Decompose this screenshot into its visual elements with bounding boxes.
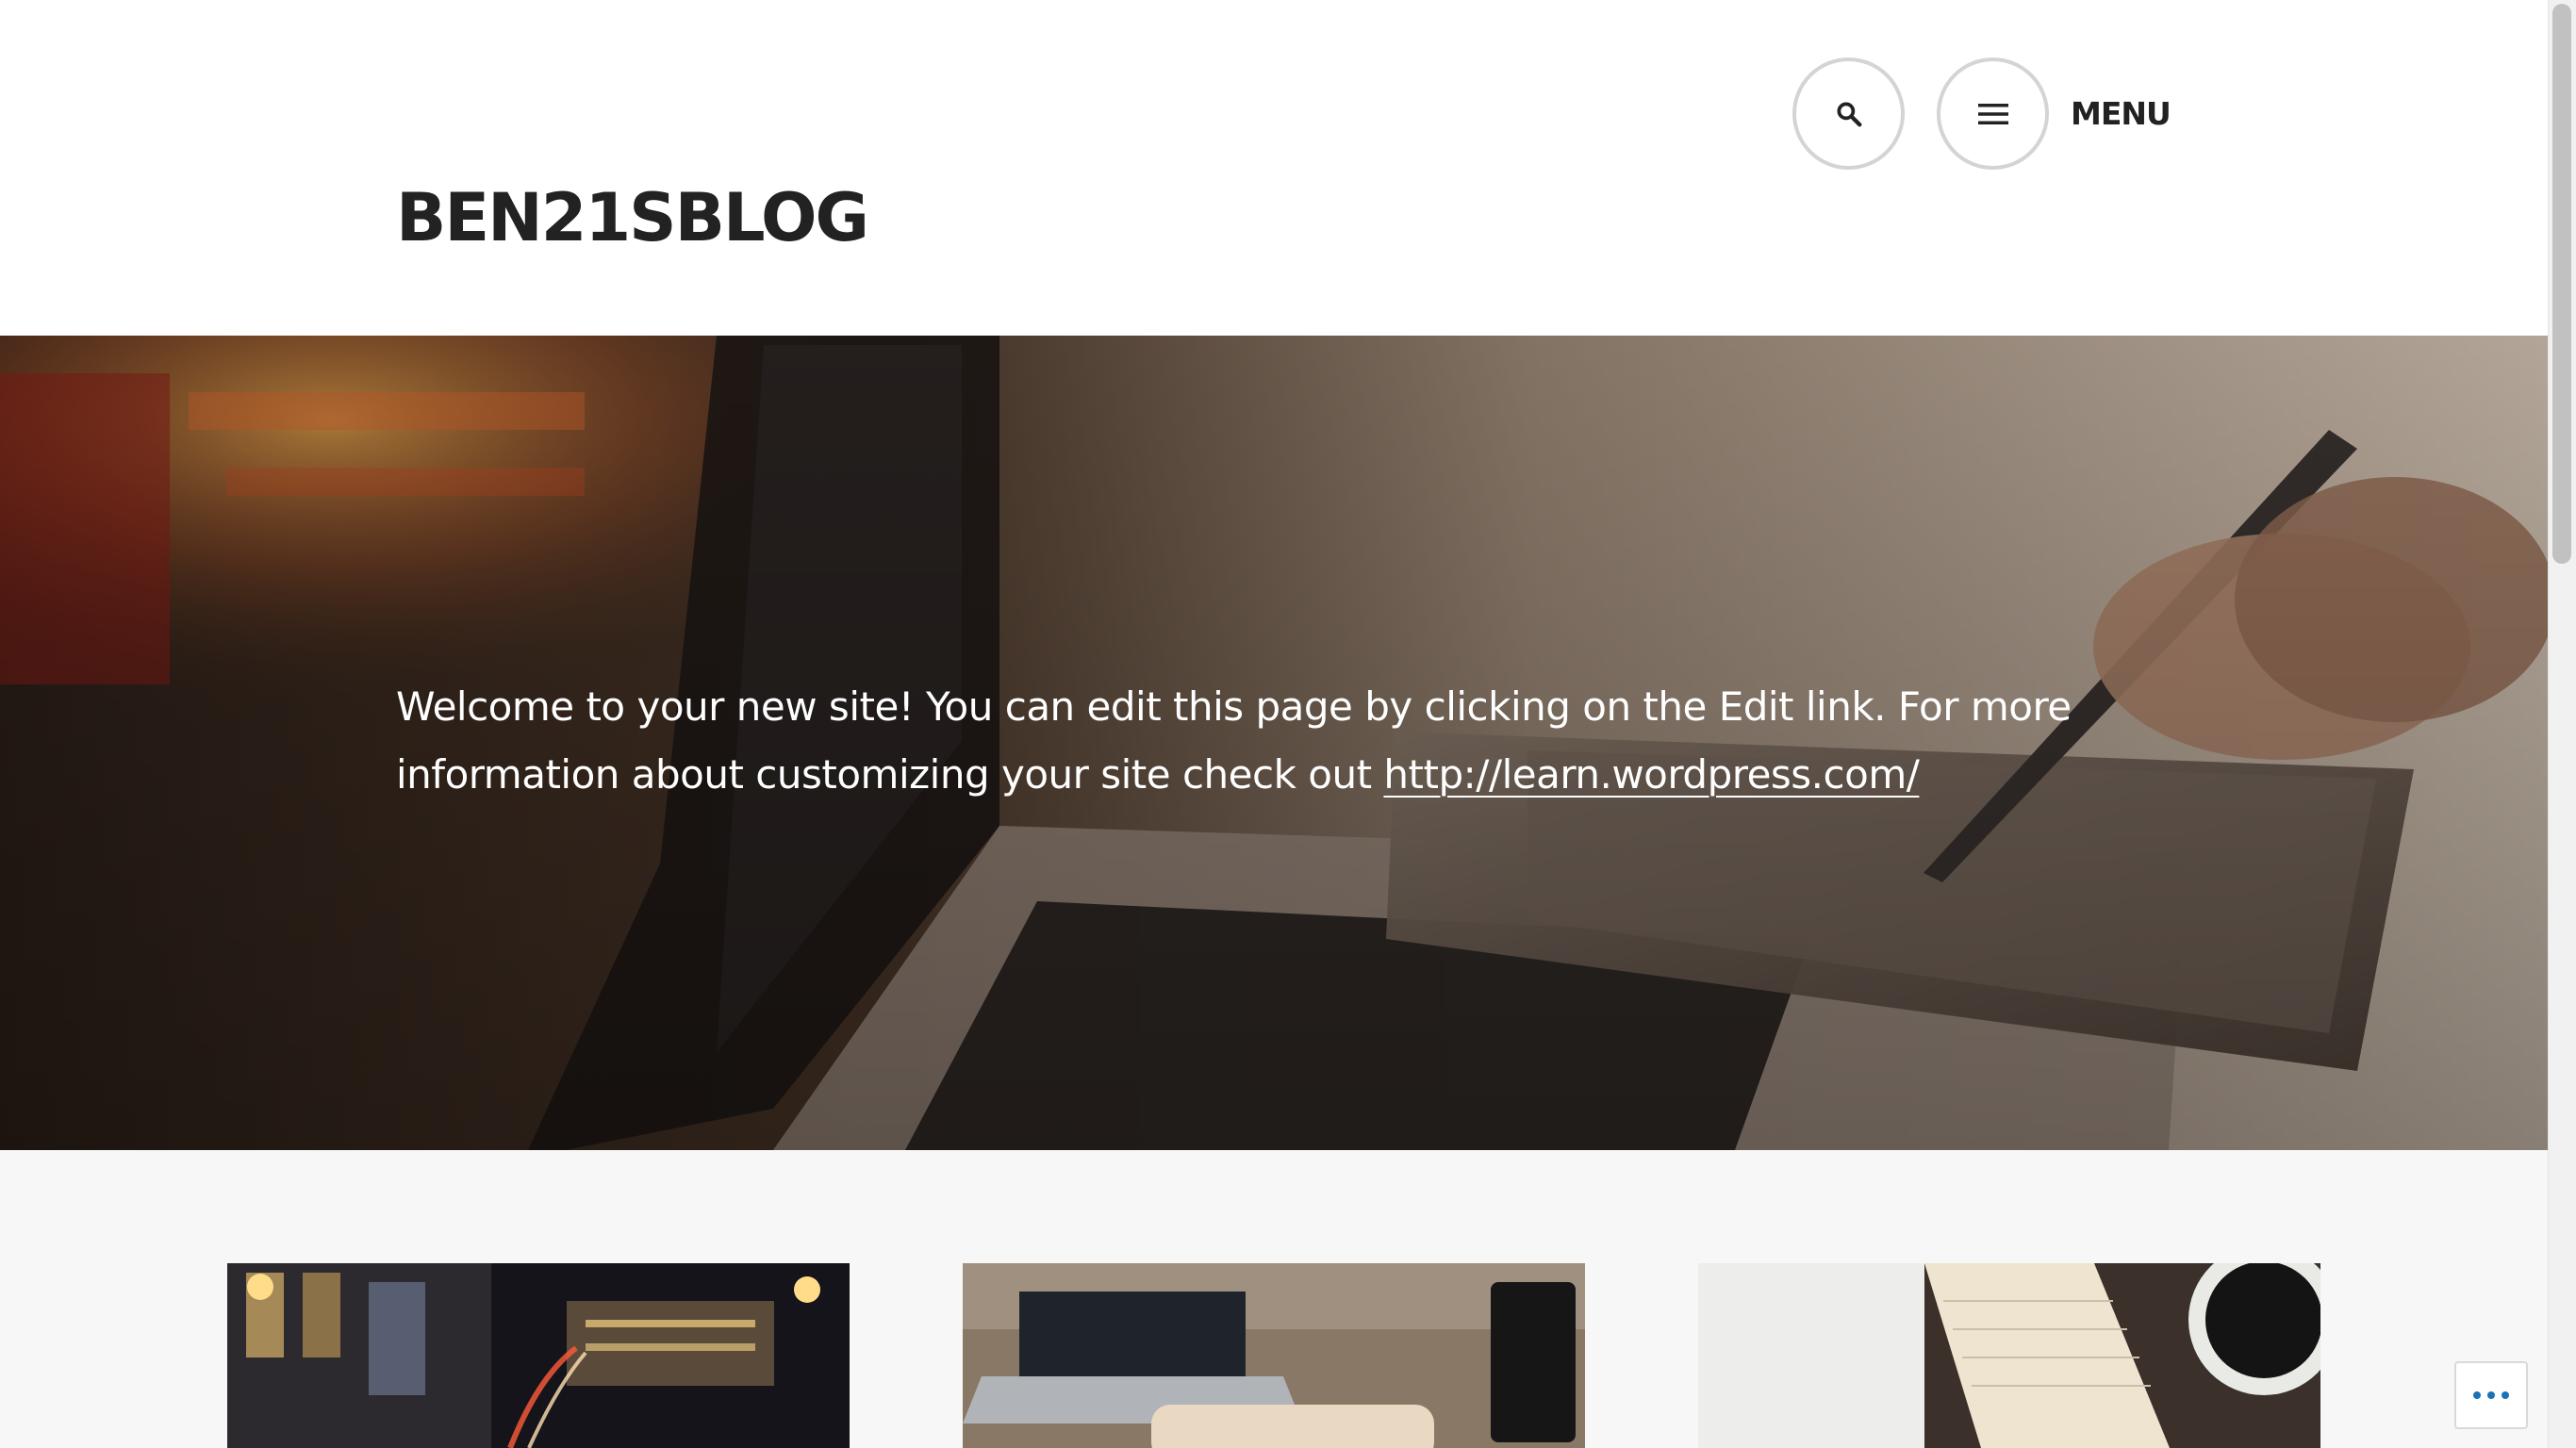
menu-label[interactable]: MENU xyxy=(2071,95,2171,132)
hero-welcome-text: Welcome to your new site! You can edit t… xyxy=(396,673,2206,809)
laptop-coffee-mug-photo xyxy=(963,1263,1585,1448)
site-title[interactable]: BEN21SBLOG xyxy=(396,185,869,251)
scrollbar-thumb[interactable] xyxy=(2552,4,2571,564)
search-button[interactable] xyxy=(1792,58,1905,170)
post-thumbnail-2[interactable] xyxy=(963,1263,1585,1448)
search-icon xyxy=(1837,102,1861,126)
hero-banner: Welcome to your new site! You can edit t… xyxy=(0,336,2548,1150)
site-header: BEN21SBLOG MENU xyxy=(0,0,2548,336)
learn-wordpress-link[interactable]: http://learn.wordpress.com/ xyxy=(1383,751,1919,798)
menu-button[interactable] xyxy=(1937,58,2049,170)
more-options-icon xyxy=(2473,1391,2509,1399)
city-street-night-photo xyxy=(227,1263,850,1448)
post-thumbnail-3[interactable] xyxy=(1698,1263,2320,1448)
page: BEN21SBLOG MENU Welcome to your new site… xyxy=(0,0,2576,1448)
more-options-button[interactable] xyxy=(2454,1361,2528,1429)
notebook-coffee-cup-photo xyxy=(1698,1263,2320,1448)
hamburger-menu-icon xyxy=(1977,103,2008,124)
post-thumbnail-1[interactable] xyxy=(227,1263,850,1448)
